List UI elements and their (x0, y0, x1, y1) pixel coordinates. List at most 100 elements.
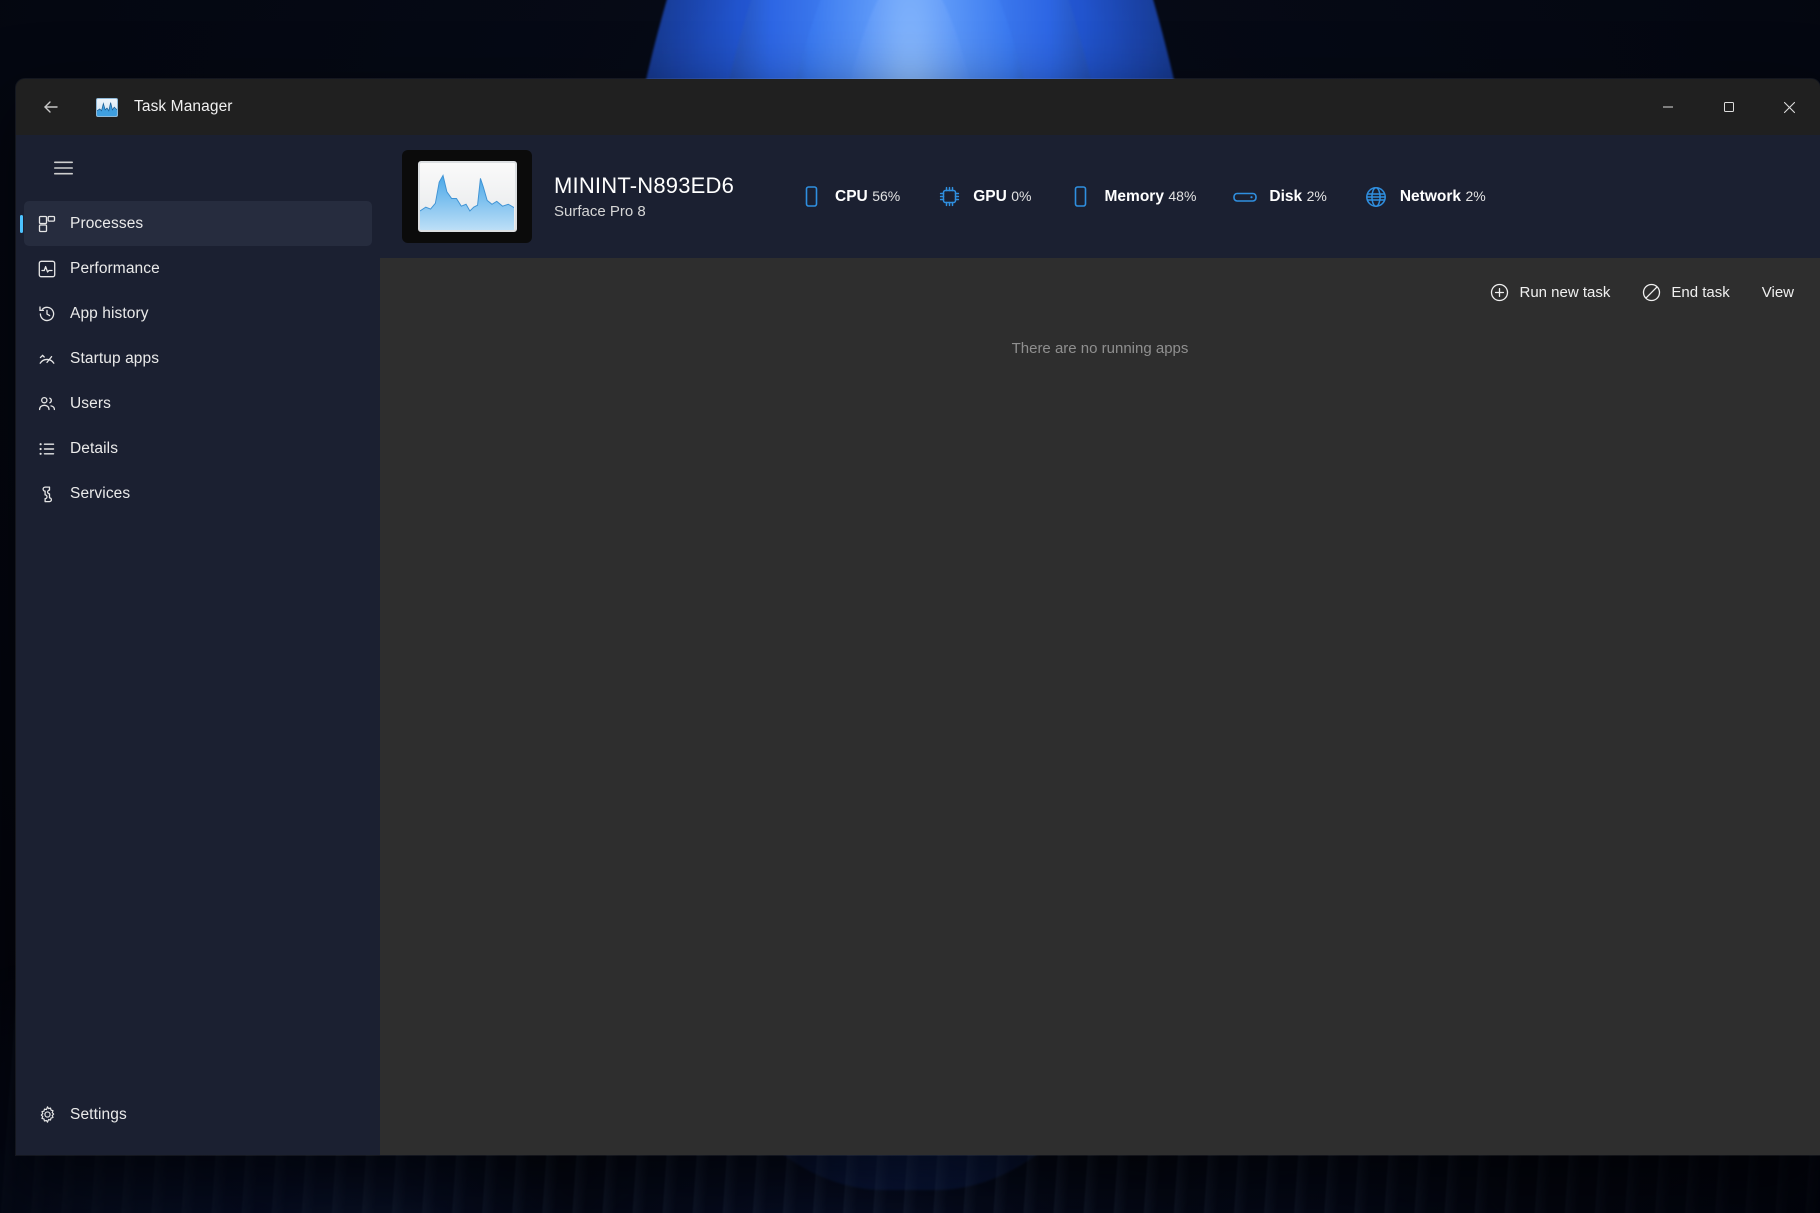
gear-glyph (38, 1105, 57, 1124)
end-task-button[interactable]: End task (1630, 272, 1741, 312)
memory-glyph (1072, 185, 1089, 208)
processes-glyph (37, 214, 57, 234)
services-glyph (37, 484, 57, 504)
stat-text: Disk 2% (1269, 188, 1326, 206)
stat-label: Network (1400, 188, 1461, 205)
stat-text: GPU 0% (973, 188, 1031, 206)
sidebar-item-label: Services (70, 485, 130, 503)
sidebar-item-label: Performance (70, 260, 160, 278)
history-icon (24, 304, 70, 324)
back-button[interactable] (28, 89, 74, 125)
sidebar-item-label: Details (70, 440, 118, 458)
stat-text: Network 2% (1400, 188, 1486, 206)
maximize-button[interactable] (1698, 79, 1759, 135)
sidebar-item-performance[interactable]: Performance (24, 246, 372, 291)
sidebar-item-users[interactable]: Users (24, 381, 372, 426)
sidebar-spacer (16, 516, 380, 1092)
run-new-task-button[interactable]: Run new task (1478, 272, 1622, 312)
device-name: MININT-N893ED6 (554, 173, 764, 199)
window-body: Processes Performance (16, 135, 1820, 1155)
back-arrow-icon (41, 97, 61, 117)
performance-graph-thumbnail (402, 150, 532, 243)
sidebar-item-settings[interactable]: Settings (24, 1092, 372, 1137)
sidebar-item-label: Startup apps (70, 350, 159, 368)
sidebar-item-label: Settings (70, 1106, 127, 1124)
stat-value: 48% (1168, 188, 1196, 204)
sidebar-item-startup-apps[interactable]: Startup apps (24, 336, 372, 381)
minimize-button[interactable] (1637, 79, 1698, 135)
sidebar-item-services[interactable]: Services (24, 471, 372, 516)
sidebar: Processes Performance (16, 135, 380, 1155)
stat-label: GPU (973, 188, 1007, 205)
services-icon (24, 484, 70, 504)
stat-value: 0% (1011, 188, 1031, 204)
stat-network[interactable]: Network 2% (1361, 185, 1486, 209)
disk-glyph (1232, 189, 1258, 205)
performance-icon (24, 259, 70, 279)
stat-label: CPU (835, 188, 868, 205)
gpu-chip-glyph (938, 185, 961, 208)
sidebar-item-app-history[interactable]: App history (24, 291, 372, 336)
hamburger-menu-button[interactable] (38, 145, 88, 191)
content-pane: MININT-N893ED6 Surface Pro 8 CPU (380, 135, 1820, 1155)
stat-cpu[interactable]: CPU 56% (796, 185, 900, 208)
gear-icon (24, 1105, 70, 1124)
view-label: View (1762, 284, 1794, 301)
stat-value: 2% (1465, 188, 1485, 204)
process-list-area: There are no running apps (380, 326, 1820, 1155)
task-manager-window: Task Manager (16, 79, 1820, 1155)
gauge-glyph (37, 349, 57, 369)
stat-value: 56% (872, 188, 900, 204)
gpu-chip-icon (934, 185, 964, 208)
gauge-icon (24, 349, 70, 369)
app-icon (96, 98, 118, 117)
history-glyph (37, 304, 57, 324)
list-icon (24, 439, 70, 459)
end-task-label: End task (1671, 284, 1729, 301)
sidebar-item-processes[interactable]: Processes (24, 201, 372, 246)
desktop-wallpaper: Task Manager (0, 0, 1820, 1213)
minimize-icon (1662, 101, 1674, 113)
prohibited-glyph (1642, 283, 1661, 302)
sidebar-item-details[interactable]: Details (24, 426, 372, 471)
sidebar-item-label: Users (70, 395, 111, 413)
window-title: Task Manager (134, 98, 233, 116)
empty-state-message: There are no running apps (1012, 340, 1189, 1155)
run-new-task-label: Run new task (1519, 284, 1610, 301)
processes-icon (24, 214, 70, 234)
users-icon (24, 394, 70, 414)
device-header: MININT-N893ED6 Surface Pro 8 CPU (380, 135, 1820, 258)
stat-text: CPU 56% (835, 188, 900, 206)
network-globe-glyph (1364, 185, 1388, 209)
stat-label: Disk (1269, 188, 1302, 205)
stat-value: 2% (1307, 188, 1327, 204)
plus-circle-icon (1490, 283, 1509, 302)
stat-memory[interactable]: Memory 48% (1066, 185, 1197, 208)
plus-circle-glyph (1490, 283, 1509, 302)
device-model: Surface Pro 8 (554, 203, 764, 220)
view-button[interactable]: View (1750, 272, 1806, 312)
hamburger-icon (54, 161, 73, 175)
stat-text: Memory 48% (1105, 188, 1197, 206)
cpu-icon (796, 185, 826, 208)
performance-glyph (37, 259, 57, 279)
device-info: MININT-N893ED6 Surface Pro 8 (554, 173, 764, 220)
sidebar-item-label: App history (70, 305, 149, 323)
stat-label: Memory (1105, 188, 1164, 205)
stat-disk[interactable]: Disk 2% (1230, 188, 1326, 206)
stat-gpu[interactable]: GPU 0% (934, 185, 1031, 208)
thumbnail-graph (418, 161, 517, 232)
resource-stats: CPU 56% G (796, 185, 1520, 209)
cpu-glyph (803, 185, 820, 208)
close-icon (1783, 101, 1796, 114)
memory-icon (1066, 185, 1096, 208)
action-toolbar: Run new task End task View (380, 258, 1820, 326)
close-button[interactable] (1759, 79, 1820, 135)
sidebar-nav-list: Processes Performance (16, 201, 380, 516)
maximize-icon (1723, 101, 1735, 113)
window-controls (1637, 79, 1820, 135)
prohibited-icon (1642, 283, 1661, 302)
disk-icon (1230, 189, 1260, 205)
list-glyph (37, 439, 57, 459)
network-globe-icon (1361, 185, 1391, 209)
